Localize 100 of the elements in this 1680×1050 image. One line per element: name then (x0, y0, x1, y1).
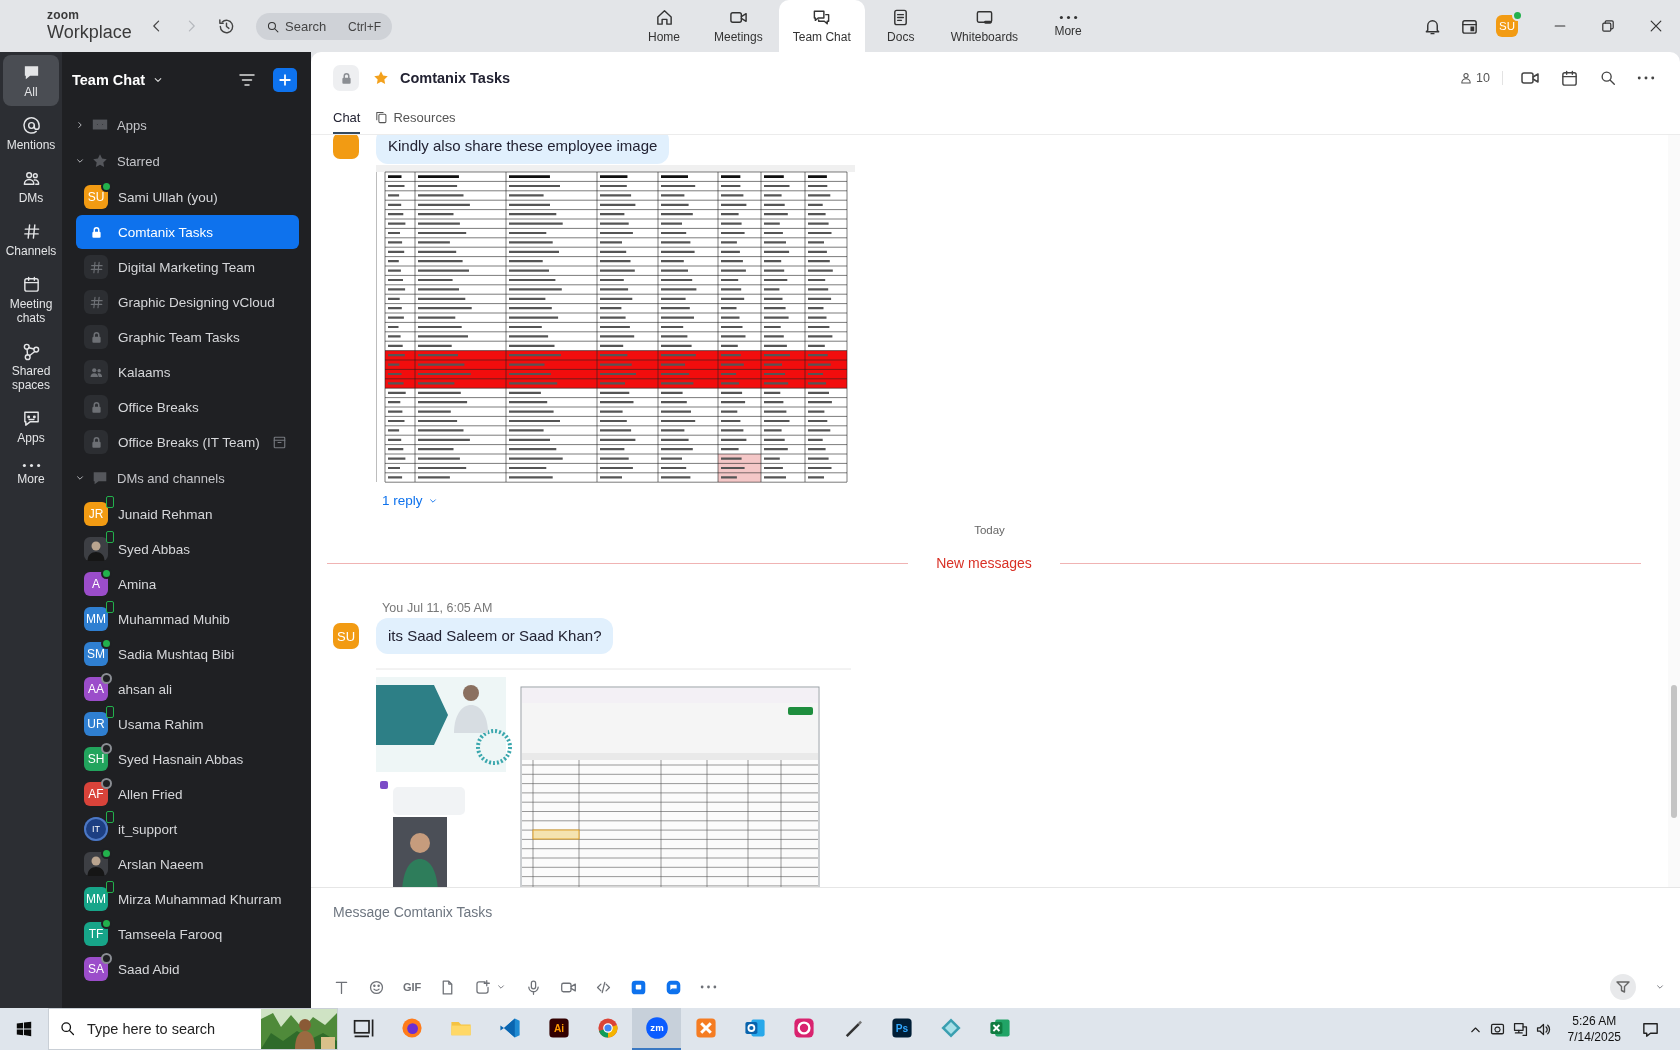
restore-icon[interactable] (1600, 18, 1616, 34)
new-chat-button[interactable] (273, 67, 297, 92)
rail-item[interactable]: Shared spaces (3, 334, 59, 399)
lock-icon (84, 430, 108, 454)
chat-list-item[interactable]: Office Breaks (76, 390, 299, 424)
clock[interactable]: 5:26 AM 7/14/2025 (1567, 1013, 1621, 1045)
more-icon (1058, 14, 1078, 21)
avatar: SM (84, 642, 108, 666)
chat-list-item[interactable]: JR Junaid Rehman (76, 497, 299, 531)
star-icon (91, 152, 109, 170)
chat-bubble-icon (91, 469, 109, 487)
avatar: SH (84, 747, 108, 771)
monitor-icon (974, 8, 994, 27)
chat-list-item[interactable]: SH Syed Hasnain Abbas (76, 742, 299, 776)
chat-list-item[interactable]: Comtanix Tasks (76, 215, 299, 249)
search-icon (266, 19, 280, 34)
more-icon[interactable] (1637, 75, 1655, 81)
sidebar-title[interactable]: Team Chat (72, 71, 146, 88)
chat-bubble-icon (21, 409, 41, 428)
zm-app-icon[interactable]: zm (632, 1008, 681, 1050)
replies-link[interactable]: 1 reply (382, 493, 439, 508)
lock-icon (84, 325, 108, 349)
app-icon[interactable] (665, 978, 683, 996)
calendar-icon[interactable] (1560, 68, 1579, 88)
lock-icon (84, 395, 108, 419)
home-icon (654, 8, 674, 27)
gif-button[interactable]: GIF (403, 981, 422, 993)
more-icon[interactable] (700, 984, 718, 990)
section-header[interactable]: Apps (62, 107, 311, 143)
avatar: A (84, 572, 108, 596)
chat-list-item[interactable]: Graphic Team Tasks (76, 320, 299, 354)
chat-bubbles-icon (812, 8, 832, 27)
chat-list-item[interactable]: AA ahsan ali (76, 672, 299, 706)
chat-list-item[interactable]: Digital Marketing Team (76, 250, 299, 284)
emoji-icon[interactable] (368, 978, 385, 996)
chat-list-item[interactable]: SA Saad Abid (76, 952, 299, 986)
rail-item[interactable]: DMs (3, 161, 59, 212)
chat-list-item[interactable]: Office Breaks (IT Team) (76, 425, 299, 459)
message-bubble: Kindly also share these employee image (376, 135, 670, 164)
group-icon (84, 360, 108, 384)
chat-list-item[interactable]: MM Mirza Muhammad Khurram (76, 882, 299, 916)
chat-list-item[interactable]: UR Usama Rahim (76, 707, 299, 741)
rail-item[interactable]: More (3, 454, 59, 493)
chat-list-item[interactable]: Kalaams (76, 355, 299, 389)
more-icon (21, 462, 41, 469)
rail-item[interactable]: All (3, 55, 59, 106)
avatar: TF (84, 922, 108, 946)
send-button[interactable] (1610, 974, 1636, 1000)
at-sign-icon (21, 116, 41, 135)
rail-item[interactable]: Channels (3, 214, 59, 265)
section-header[interactable]: DMs and channels (62, 460, 311, 496)
nav-tab[interactable]: Docs (866, 0, 935, 52)
chat-tab[interactable]: Resources (374, 104, 456, 134)
nav-tab[interactable]: Team Chat (778, 0, 865, 52)
hash-icon (84, 290, 108, 314)
plus-icon (277, 71, 293, 88)
avatar: UR (84, 712, 108, 736)
person-icon (1459, 71, 1474, 85)
person-avatar-icon (84, 537, 108, 561)
chat-list-item[interactable]: AF Allen Fried (76, 777, 299, 811)
avatar: IT (84, 817, 108, 841)
chat-list-item[interactable]: Graphic Designing vCloud (76, 285, 299, 319)
app-icon[interactable] (630, 978, 648, 996)
rail-item[interactable]: Mentions (3, 108, 59, 159)
avatar: MM (84, 887, 108, 911)
avatar: AA (84, 677, 108, 701)
channel-title: Comtanix Tasks (400, 70, 511, 86)
search-icon[interactable] (1599, 69, 1617, 87)
history-icon[interactable] (217, 16, 236, 36)
network-icon[interactable] (1511, 1020, 1529, 1038)
star-icon[interactable] (372, 69, 390, 87)
hash-icon (21, 222, 41, 241)
chat-list-item[interactable]: Syed Abbas (76, 532, 299, 566)
scrollbar[interactable] (1671, 685, 1677, 818)
chat-list-item[interactable]: IT it_support (76, 812, 299, 846)
person-avatar-icon (84, 852, 108, 876)
rail-item[interactable]: Apps (3, 401, 59, 452)
chat-list-item[interactable]: MM Muhammad Muhib (76, 602, 299, 636)
chat-list-item[interactable]: TF Tamseela Farooq (76, 917, 299, 951)
nav-tab[interactable]: Meetings (700, 0, 777, 52)
members-button[interactable]: 10 (1459, 71, 1503, 85)
nav-tab[interactable]: Whiteboards (936, 0, 1033, 52)
nav-tab[interactable]: Home (630, 0, 698, 52)
close-icon[interactable] (1648, 18, 1664, 34)
people-icon (21, 169, 41, 188)
avatar: AF (84, 782, 108, 806)
calendar-icon (21, 275, 41, 294)
chat-list-item[interactable]: A Amina (76, 567, 299, 601)
rail-item[interactable]: Meeting chats (3, 267, 59, 332)
start-icon[interactable] (15, 1020, 33, 1038)
search-icon (59, 1020, 76, 1037)
screenshot-icon[interactable] (474, 978, 492, 996)
hash-icon (84, 255, 108, 279)
chat-list-item[interactable]: Arslan Naeem (76, 847, 299, 881)
app-logo: zoom Workplace (47, 8, 131, 44)
chat-list-item[interactable]: SM Sadia Mushtaq Bibi (76, 637, 299, 671)
nav-tab[interactable]: More (1034, 0, 1103, 52)
message-bubble: its Saad Saleem or Saad Khan? (376, 618, 614, 654)
chat-list-item[interactable]: SU Sami Ullah (you) (76, 180, 299, 214)
section-header[interactable]: Starred (62, 143, 311, 179)
